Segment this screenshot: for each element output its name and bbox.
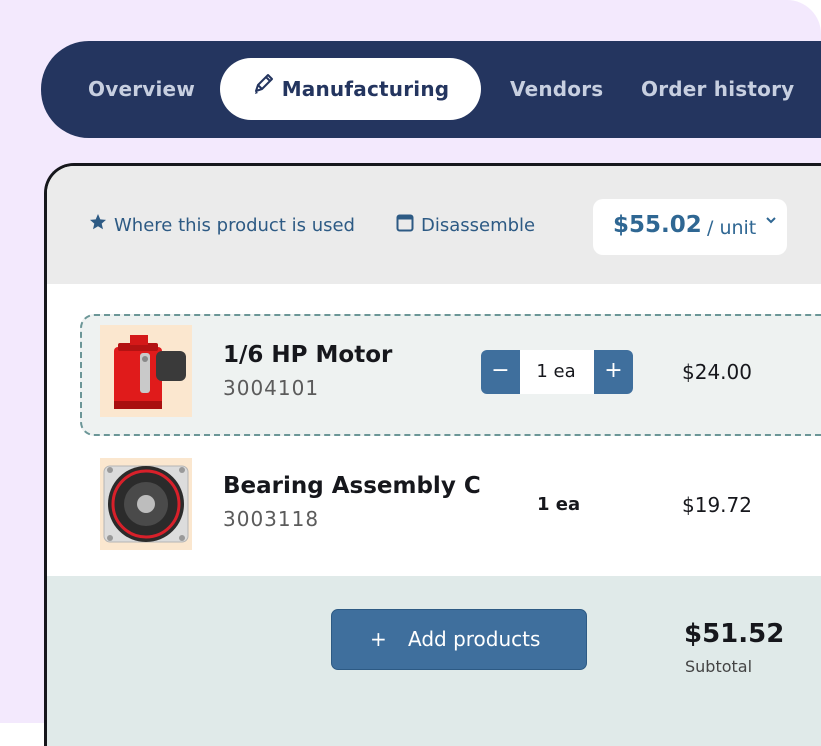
product-sku: 3004101 [223, 376, 320, 400]
disassemble-link[interactable]: Disassemble [396, 213, 536, 237]
decrement-button[interactable]: − [481, 350, 520, 394]
red-motor-image [100, 325, 192, 417]
unit-price-selector[interactable]: $55.02 / unit [593, 199, 787, 255]
bearing-assembly-image [100, 458, 192, 550]
unit-price-suffix: / unit [707, 217, 757, 239]
line-amount: $19.72 [682, 493, 752, 517]
increment-button[interactable]: + [594, 350, 633, 394]
quantity-value[interactable]: 1 ea [520, 350, 592, 394]
tab-overview[interactable]: Overview [88, 58, 195, 120]
where-used-label: Where this product is used [114, 215, 355, 236]
tab-vendors[interactable]: Vendors [510, 58, 603, 120]
where-used-link[interactable]: Where this product is used [89, 213, 355, 236]
tab-order-history[interactable]: Order history [641, 58, 794, 120]
plus-icon: + [370, 627, 387, 651]
tab-manufacturing[interactable]: Manufacturing [220, 58, 481, 120]
star-icon [89, 213, 107, 236]
chevron-down-icon [765, 209, 777, 228]
unit-price-value: $55.02 [613, 212, 702, 238]
subtotal-value: $51.52 [684, 619, 785, 649]
disassemble-label: Disassemble [421, 215, 536, 236]
add-products-button[interactable]: + Add products [331, 609, 587, 670]
product-sku: 3003118 [223, 507, 320, 531]
line-amount: $24.00 [682, 360, 752, 384]
bill-of-materials-card: Where this product is used Disassemble $… [44, 163, 821, 746]
quantity-value: 1 ea [537, 494, 581, 515]
add-products-label: Add products [408, 627, 541, 651]
product-name: 1/6 HP Motor [223, 342, 393, 368]
product-name: Bearing Assembly C [223, 473, 481, 499]
calendar-icon [396, 213, 414, 237]
tab-label: Manufacturing [281, 77, 450, 101]
quantity-stepper: − 1 ea + [481, 350, 633, 394]
subtotal-label: Subtotal [685, 657, 753, 676]
pencil-icon [252, 58, 274, 120]
